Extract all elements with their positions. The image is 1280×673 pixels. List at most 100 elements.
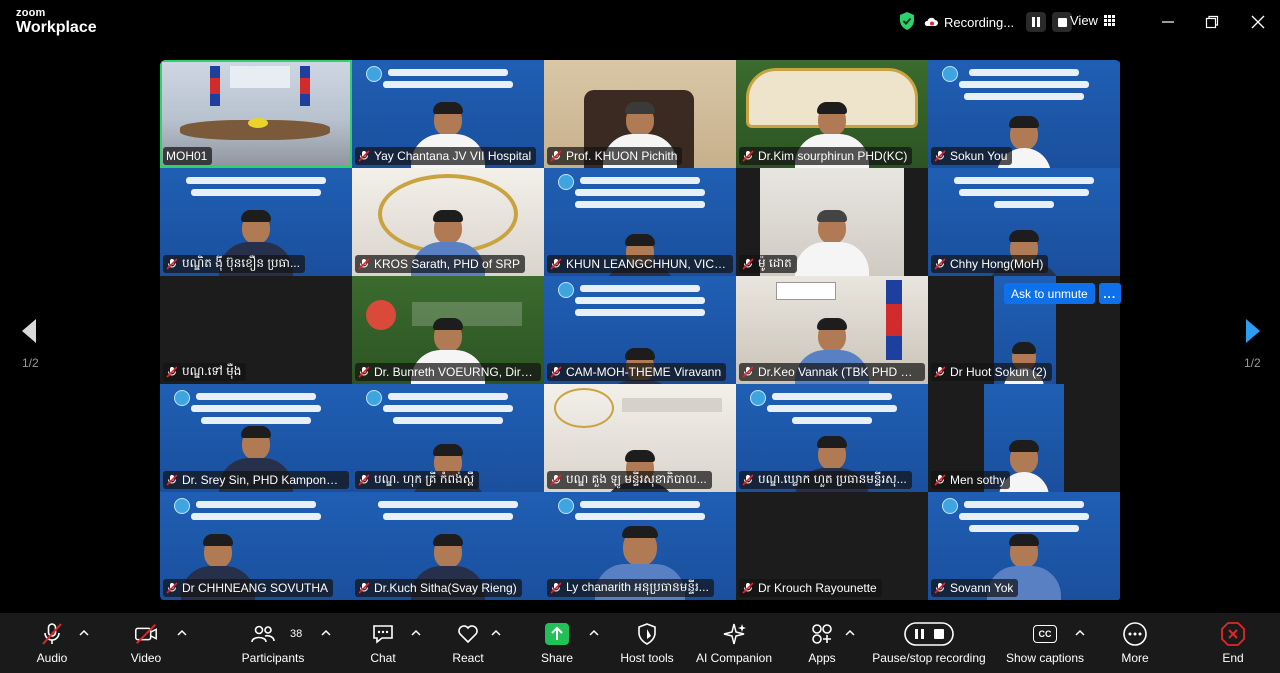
- chat-options-caret-icon[interactable]: [411, 629, 421, 637]
- video-tile[interactable]: CAM-MOH-THEME Viravann: [544, 276, 736, 384]
- banner-image: [544, 168, 736, 230]
- captions-cc-icon: CC: [1033, 625, 1057, 643]
- participant-name: MOH01: [166, 149, 208, 163]
- video-tile[interactable]: Ly chanarith អនុប្រធានមន្ទីរ...: [544, 492, 736, 600]
- end-meeting-icon: [1221, 622, 1245, 646]
- share-label: Share: [540, 651, 574, 665]
- emblem-backdrop: [554, 388, 614, 428]
- participant-name-tag: Men sothy: [931, 471, 1011, 489]
- video-options-caret-icon[interactable]: [177, 629, 187, 637]
- minimize-button[interactable]: [1158, 12, 1178, 32]
- muted-mic-icon: [166, 582, 178, 594]
- share-button[interactable]: Share: [539, 621, 575, 671]
- page-indicator-left: 1/2: [22, 356, 39, 370]
- tile-more-options-button[interactable]: ...: [1098, 283, 1121, 304]
- muted-microphone-icon: [42, 623, 62, 645]
- more-button[interactable]: More: [1117, 621, 1153, 671]
- video-tile[interactable]: Yay Chantana JV VII Hospital: [352, 60, 544, 168]
- muted-mic-icon: [934, 258, 946, 270]
- participant-name: KHUN LEANGCHHUN, VICE-...: [566, 257, 728, 271]
- ask-to-unmute-button[interactable]: Ask to unmute: [1004, 283, 1095, 304]
- video-tile[interactable]: ម៉ូ ដោត: [736, 168, 928, 276]
- grid-view-icon: [1103, 14, 1116, 27]
- previous-page-arrow-icon[interactable]: [19, 318, 39, 344]
- muted-mic-icon: [934, 150, 946, 162]
- participant-name: Men sothy: [950, 473, 1006, 487]
- view-button[interactable]: View: [1070, 13, 1116, 28]
- recording-indicator: Recording...: [924, 11, 1073, 33]
- muted-mic-icon: [742, 366, 754, 378]
- react-label: React: [452, 651, 484, 665]
- host-tools-button[interactable]: Host tools: [616, 621, 678, 671]
- participant-name-tag: បណ្ឌិត ង៉ី ប៊ុនខឿន ប្រធា...: [163, 255, 305, 273]
- show-captions-label: Show captions: [1005, 651, 1085, 665]
- next-page-arrow-icon[interactable]: [1243, 318, 1263, 344]
- video-tile[interactable]: Dr. Bunreth VOEURNG, Dire...: [352, 276, 544, 384]
- participants-options-caret-icon[interactable]: [321, 629, 331, 637]
- video-button[interactable]: Video: [128, 621, 164, 671]
- banner-image: [352, 384, 544, 446]
- video-tile[interactable]: បណ្ឌិត ង៉ី ប៊ុនខឿន ប្រធា...: [160, 168, 352, 276]
- video-tile[interactable]: Dr.Kuch Sitha(Svay Rieng): [352, 492, 544, 600]
- participant-name-tag: បណ្ឌ.ឃ្លោក ហួត ប្រធានមន្ទីរសុ...: [739, 471, 912, 489]
- logo-brand-bottom: Workplace: [16, 19, 97, 36]
- video-tile[interactable]: Dr.Kim sourphirun PHD(KC): [736, 60, 928, 168]
- participant-name: Prof. KHUON Pichith: [566, 149, 678, 163]
- pause-stop-recording-button[interactable]: Pause/stop recording: [868, 621, 990, 671]
- flag-image: [886, 280, 902, 360]
- participant-name-tag: Dr.Keo Vannak (TBK PHD Dir...: [739, 363, 925, 381]
- muted-mic-icon: [934, 582, 946, 594]
- zoom-meeting-window: zoom Workplace Recording... View 1/2 1/2…: [0, 0, 1280, 673]
- restore-button[interactable]: [1202, 12, 1222, 32]
- show-captions-button[interactable]: CC Show captions: [1004, 621, 1086, 671]
- video-tile[interactable]: Men sothy: [928, 384, 1120, 492]
- participant-name-tag: Dr. Srey Sin, PHD Kampong ...: [163, 471, 349, 489]
- video-tile[interactable]: Dr CHHNEANG SOVUTHA: [160, 492, 352, 600]
- end-meeting-button[interactable]: End: [1215, 621, 1251, 671]
- video-tile[interactable]: បណ្ឌ.ឃ្លោក ហួត ប្រធានមន្ទីរសុ...: [736, 384, 928, 492]
- react-options-caret-icon[interactable]: [491, 629, 501, 637]
- apps-button[interactable]: Apps: [804, 621, 840, 671]
- video-tile[interactable]: Dr Krouch Rayounette: [736, 492, 928, 600]
- encryption-shield-icon[interactable]: [898, 11, 916, 31]
- close-window-button[interactable]: [1248, 12, 1268, 32]
- participant-name: បណ្ឌិត ង៉ី ប៊ុនខឿន ប្រធា...: [182, 256, 300, 270]
- logo-brand-top: zoom: [16, 7, 46, 19]
- video-tile[interactable]: MOH01: [160, 60, 352, 168]
- audio-options-caret-icon[interactable]: [79, 629, 89, 637]
- participant-name-tag: Sokun You: [931, 147, 1013, 165]
- participant-name: Chhy Hong(MoH): [950, 257, 1044, 271]
- react-button[interactable]: React: [450, 621, 486, 671]
- video-tile[interactable]: Sokun You: [928, 60, 1120, 168]
- video-tile[interactable]: KROS Sarath, PHD of SRP: [352, 168, 544, 276]
- participant-name: បណ្ឌ គួង ឡូ មន្ទីរសុខាភិបាល...: [566, 472, 707, 486]
- pause-recording-button[interactable]: [1026, 12, 1047, 32]
- video-tile[interactable]: បណ្ឌ គួង ឡូ មន្ទីរសុខាភិបាល...: [544, 384, 736, 492]
- video-tile[interactable]: Dr.Keo Vannak (TBK PHD Dir...: [736, 276, 928, 384]
- participant-name-tag: Prof. KHUON Pichith: [547, 147, 683, 165]
- muted-mic-icon: [550, 258, 562, 270]
- participant-name-tag: Dr.Kuch Sitha(Svay Rieng): [355, 579, 522, 597]
- share-options-caret-icon[interactable]: [589, 629, 599, 637]
- participant-name: Sovann Yok: [950, 581, 1014, 595]
- audio-button[interactable]: Audio: [34, 621, 70, 671]
- muted-mic-icon: [550, 366, 562, 378]
- video-tile[interactable]: Dr. Srey Sin, PHD Kampong ...: [160, 384, 352, 492]
- video-tile[interactable]: Sovann Yok: [928, 492, 1120, 600]
- cloud-recording-icon: [924, 17, 938, 26]
- video-tile[interactable]: Prof. KHUON Pichith: [544, 60, 736, 168]
- participant-name: បណ្ឌ. ហុក គ្រី កំពង់ស្ពឺ: [374, 472, 475, 486]
- video-tile[interactable]: KHUN LEANGCHHUN, VICE-...: [544, 168, 736, 276]
- host-tools-label: Host tools: [620, 651, 674, 665]
- chat-button[interactable]: Chat: [366, 621, 400, 671]
- captions-options-caret-icon[interactable]: [1075, 629, 1085, 637]
- participant-name-tag: បណ្ឌ.ទៅ ម៉ឺង: [163, 363, 247, 381]
- participant-name: CAM-MOH-THEME Viravann: [566, 365, 722, 379]
- ai-companion-button[interactable]: AI Companion: [693, 621, 775, 671]
- video-tile[interactable]: បណ្ឌ. ហុក គ្រី កំពង់ស្ពឺ: [352, 384, 544, 492]
- video-tile[interactable]: បណ្ឌ.ទៅ ម៉ឺង: [160, 276, 352, 384]
- video-tile[interactable]: Chhy Hong(MoH): [928, 168, 1120, 276]
- apps-options-caret-icon[interactable]: [845, 629, 855, 637]
- pause-stop-recording-icon: [904, 622, 954, 646]
- participant-name: Dr.Kuch Sitha(Svay Rieng): [374, 581, 517, 595]
